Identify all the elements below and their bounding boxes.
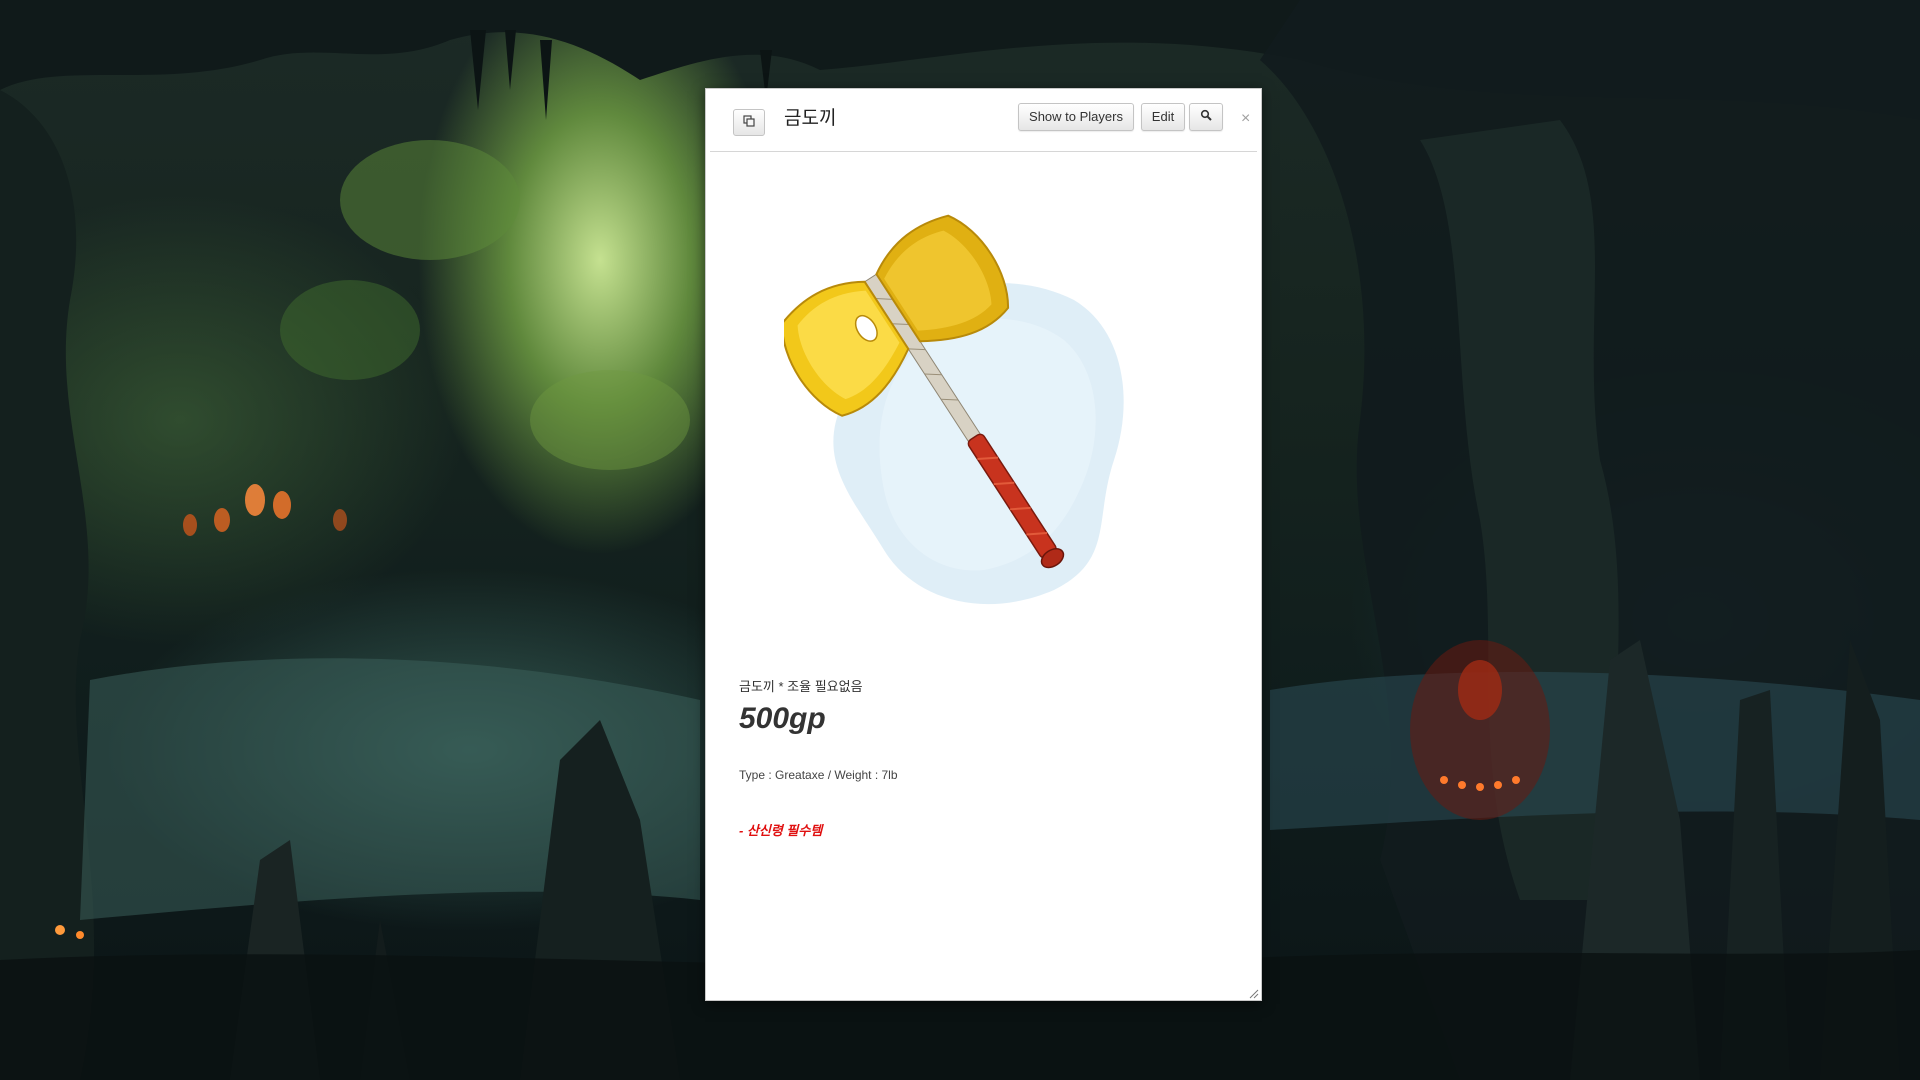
popout-button[interactable] (733, 109, 765, 136)
search-button[interactable] (1189, 103, 1223, 131)
close-button[interactable]: × (1241, 111, 1250, 127)
item-dialog: 금도끼 Show to Players Edit × 금도끼 * 조율 필요없음… (705, 88, 1262, 1001)
popout-icon (743, 114, 755, 132)
item-note: - 산신령 필수템 (739, 823, 823, 838)
search-icon (1200, 104, 1212, 130)
resize-handle[interactable] (1247, 986, 1259, 999)
dialog-content: 금도끼 * 조율 필요없음 500gp Type : Greataxe / We… (706, 152, 1261, 1000)
item-stats: Type : Greataxe / Weight : 7lb (739, 768, 898, 782)
golden-greataxe-image (781, 210, 1144, 635)
edit-button[interactable]: Edit (1141, 103, 1185, 131)
dialog-titlebar[interactable]: 금도끼 Show to Players Edit × (710, 89, 1257, 152)
item-price: 500gp (739, 702, 826, 735)
item-subtitle: 금도끼 * 조율 필요없음 (739, 679, 863, 694)
dialog-title: 금도끼 (784, 108, 837, 129)
show-to-players-button[interactable]: Show to Players (1018, 103, 1134, 131)
